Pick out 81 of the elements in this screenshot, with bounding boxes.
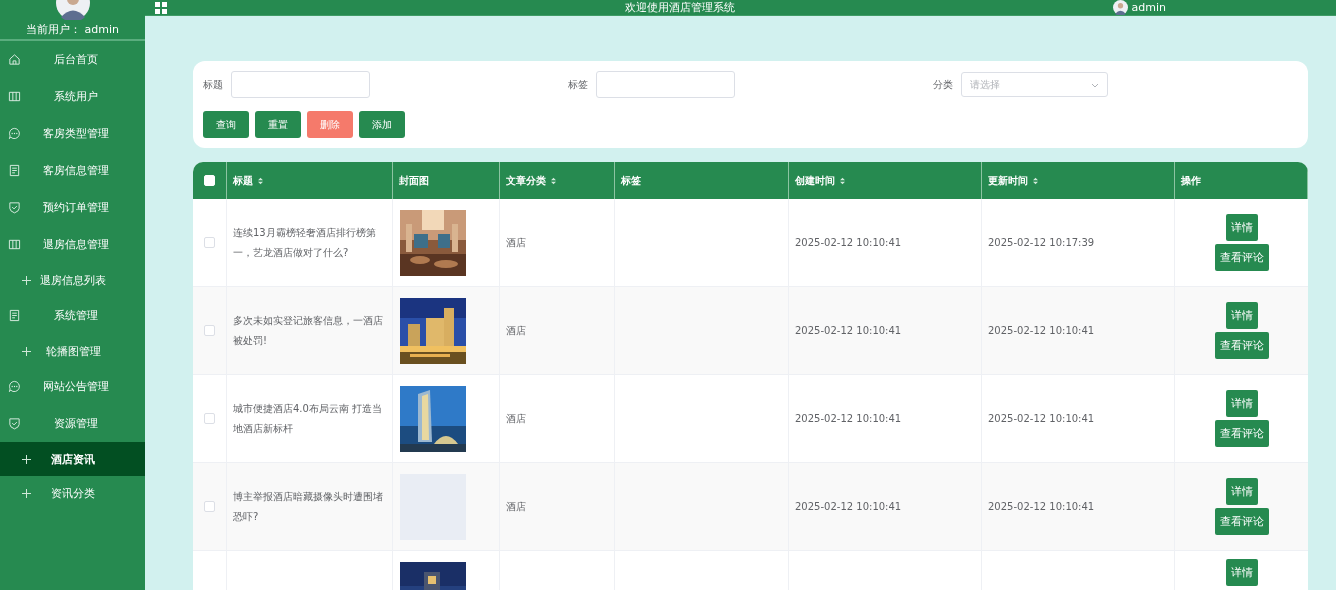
table-cell-text: 2025-02-12 10:10:41 <box>795 235 902 250</box>
submenu-item[interactable]: 资讯分类 <box>0 476 145 510</box>
shield-check-icon <box>8 417 21 430</box>
column-header[interactable]: 标题 <box>227 162 393 199</box>
table-cell-text: 2025-02-12 10:10:41 <box>795 323 902 338</box>
column-header[interactable]: 创建时间 <box>789 162 982 199</box>
field-label: 分类 <box>933 77 953 92</box>
table-cell-text: 城市便捷酒店4.0布局云南 打造当地酒店新标杆 <box>233 401 384 436</box>
menu-item[interactable]: 网站公告管理 <box>0 368 145 405</box>
details-button[interactable]: 详情 <box>1225 390 1258 417</box>
home-icon <box>8 53 21 66</box>
checkbox[interactable] <box>204 325 215 336</box>
field-label: 标题 <box>203 77 223 92</box>
table-cell-text: 酒店 <box>506 323 526 338</box>
column-header: 操作 <box>1175 162 1308 199</box>
table-cell-text: 2025-02-12 10:10:41 <box>988 411 1095 426</box>
menu-item[interactable]: 后台首页 <box>0 41 145 78</box>
comments-button[interactable]: 查看评论 <box>1214 508 1269 535</box>
menu-item[interactable]: 客房类型管理 <box>0 115 145 152</box>
input-field[interactable] <box>231 71 370 98</box>
chat-icon <box>8 380 21 393</box>
field-label: 标签 <box>568 77 588 92</box>
checkbox[interactable] <box>204 413 215 424</box>
menu-item[interactable]: 预约订单管理 <box>0 189 145 226</box>
details-button[interactable]: 详情 <box>1225 478 1258 505</box>
avatar <box>1112 0 1128 15</box>
submenu-item[interactable]: 轮播图管理 <box>0 334 145 368</box>
menu-icon[interactable] <box>155 1 167 14</box>
submenu-item[interactable]: 退房信息列表 <box>0 263 145 297</box>
sort-icon[interactable] <box>257 175 264 186</box>
details-button[interactable]: 详情 <box>1225 214 1258 241</box>
document-icon <box>8 309 21 322</box>
comments-button[interactable]: 查看评论 <box>1214 332 1269 359</box>
sort-icon[interactable] <box>550 175 557 186</box>
comments-button[interactable]: 查看评论 <box>1214 244 1269 271</box>
table-cell-text: 酒店 <box>506 235 526 250</box>
checkbox[interactable] <box>204 501 215 512</box>
app-title: 欢迎使用酒店管理系统 <box>623 0 736 15</box>
input-field[interactable] <box>596 71 735 98</box>
column-header[interactable]: 更新时间 <box>982 162 1175 199</box>
column-header: 封面图 <box>393 162 500 199</box>
columns-icon <box>8 90 21 103</box>
action-button[interactable]: 查询 <box>203 111 249 138</box>
table-cell-text: 多次未如实登记旅客信息，一酒店被处罚! <box>233 313 384 348</box>
table-cell-text: 连续13月霸榜轻奢酒店排行榜第一，艺龙酒店做对了什么? <box>233 225 377 260</box>
user-name: admin <box>1131 1 1166 14</box>
plus-icon <box>22 488 31 498</box>
columns-icon <box>8 238 21 251</box>
table-cell-text: 2025-02-12 10:10:41 <box>795 499 902 514</box>
comments-button[interactable]: 查看评论 <box>1214 420 1269 447</box>
table-cell-text: 2025-02-12 10:17:39 <box>988 235 1095 250</box>
table-cell-text: 2025-02-12 10:10:41 <box>795 411 902 426</box>
table-cell-text: 酒店 <box>506 411 526 426</box>
plus-icon <box>22 346 31 356</box>
current-user-label: 当前用户： admin <box>26 23 119 37</box>
table-cell-text: 2025-02-12 10:10:41 <box>988 499 1095 514</box>
select-field[interactable]: 请选择 <box>961 72 1108 97</box>
details-button[interactable]: 详情 <box>1225 302 1258 329</box>
menu-item[interactable]: 系统管理 <box>0 297 145 334</box>
menu-item[interactable]: 退房信息管理 <box>0 226 145 263</box>
table-cell-text: 2025-02-12 10:10:41 <box>988 323 1095 338</box>
plus-icon <box>22 275 31 285</box>
column-header[interactable]: 文章分类 <box>500 162 615 199</box>
menu-item[interactable]: 资源管理 <box>0 405 145 442</box>
document-icon <box>8 164 21 177</box>
details-button[interactable]: 详情 <box>1225 559 1258 586</box>
sort-icon[interactable] <box>839 175 846 186</box>
chat-icon <box>8 127 21 140</box>
delete-button[interactable]: 删除 <box>307 111 353 138</box>
submenu-item[interactable]: 酒店资讯 <box>0 442 145 476</box>
plus-icon <box>22 454 31 464</box>
column-header: 标签 <box>615 162 789 199</box>
menu-item[interactable]: 客房信息管理 <box>0 152 145 189</box>
shield-check-icon <box>8 201 21 214</box>
sort-icon[interactable] <box>1032 175 1039 186</box>
action-button[interactable]: 重置 <box>255 111 301 138</box>
checkbox[interactable] <box>204 237 215 248</box>
action-button[interactable]: 添加 <box>359 111 405 138</box>
menu-item[interactable]: 系统用户 <box>0 78 145 115</box>
table-cell-text: 酒店 <box>506 499 526 514</box>
table-cell-text: 博主举报酒店暗藏摄像头时遭围堵恐吓? <box>233 489 384 524</box>
